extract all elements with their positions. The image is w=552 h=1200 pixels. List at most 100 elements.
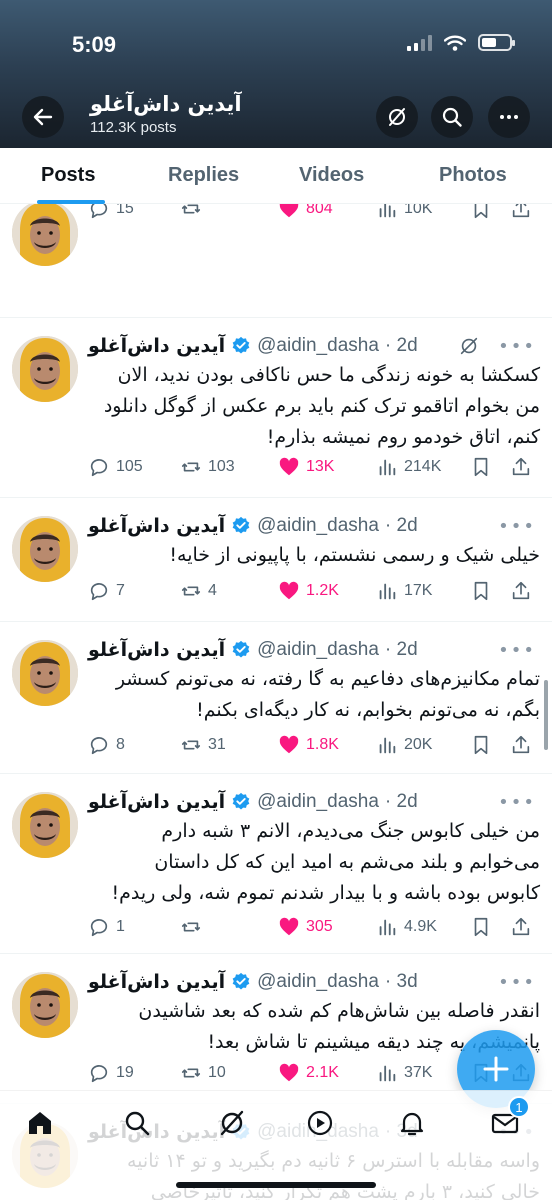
avatar[interactable] — [12, 792, 78, 858]
bookmark-icon — [474, 457, 488, 477]
grok-icon[interactable] — [458, 335, 480, 357]
avatar-image — [12, 204, 78, 266]
bookmark-button[interactable] — [470, 580, 510, 602]
search-icon — [125, 1111, 150, 1136]
post-more-icon[interactable]: ••• — [498, 792, 536, 813]
reply-button[interactable]: 15 — [88, 204, 180, 220]
bookmark-button[interactable] — [470, 204, 510, 220]
avatar[interactable] — [12, 204, 78, 266]
avatar-image — [12, 640, 78, 706]
post-item[interactable]: ساعت ۱۲:۳۰ شب چرا باید غلتک از تو کوچه ر… — [0, 204, 552, 318]
views-button[interactable]: 37K — [376, 1062, 470, 1084]
repost-button[interactable]: 10 — [180, 1062, 278, 1084]
verified-badge-icon — [232, 336, 250, 354]
share-icon — [512, 735, 530, 754]
like-button[interactable]: 305 — [278, 916, 376, 938]
post-text-line: کنم، اتاق خودمو روم نمیشه بذارم! — [266, 426, 540, 448]
avatar[interactable] — [12, 640, 78, 706]
like-button[interactable]: 2.1K — [278, 1062, 376, 1084]
like-button[interactable]: 1.8K — [278, 734, 376, 756]
reply-button[interactable]: 1 — [88, 916, 180, 938]
view-count: 20K — [404, 736, 433, 753]
nav-search[interactable] — [119, 1105, 155, 1141]
post-handle[interactable]: @aidin_dasha — [257, 971, 379, 993]
like-button[interactable]: 13K — [278, 456, 376, 478]
share-button[interactable] — [510, 916, 532, 938]
views-icon — [379, 737, 396, 754]
post-more-icon[interactable]: ••• — [498, 516, 536, 537]
reply-icon — [90, 204, 108, 219]
nav-notifications[interactable] — [394, 1105, 430, 1141]
grok-button[interactable] — [376, 96, 418, 138]
tab-photos[interactable]: Photos — [439, 164, 507, 187]
more-options-button[interactable] — [488, 96, 530, 138]
repost-button[interactable] — [180, 204, 278, 220]
verified-badge-icon — [232, 516, 250, 534]
post-author[interactable]: آیدین داش‌آغلو — [88, 639, 225, 661]
post-handle[interactable]: @aidin_dasha — [257, 335, 379, 357]
bookmark-icon — [474, 581, 488, 601]
post-handle[interactable]: @aidin_dasha — [257, 515, 379, 537]
share-button[interactable] — [510, 456, 532, 478]
tab-posts[interactable]: Posts — [41, 164, 95, 187]
repost-icon — [181, 204, 201, 214]
post-more-icon[interactable]: ••• — [498, 336, 536, 357]
like-button[interactable]: 1.2K — [278, 580, 376, 602]
post-item[interactable]: آیدین داش‌آغلو @aidin_dasha · 2d ••• کسکشا ب… — [0, 318, 552, 498]
reply-button[interactable]: 19 — [88, 1062, 180, 1084]
bookmark-button[interactable] — [470, 456, 510, 478]
post-handle[interactable]: @aidin_dasha — [257, 639, 379, 661]
share-button[interactable] — [510, 204, 532, 220]
post-author[interactable]: آیدین داش‌آغلو — [88, 971, 225, 993]
heart-icon — [279, 581, 299, 600]
views-button[interactable]: 20K — [376, 734, 470, 756]
reply-count: 19 — [116, 1064, 134, 1081]
post-actions: 15 804 10K — [88, 204, 540, 222]
heart-icon — [279, 457, 299, 476]
views-button[interactable]: 214K — [376, 456, 470, 478]
post-text-line: انقدر فاصله بین شاش‌هام کم شده که بعد شا… — [138, 1000, 540, 1022]
post-item[interactable]: آیدین داش‌آغلو @aidin_dasha · 2d ••• خیلی شی… — [0, 498, 552, 622]
avatar[interactable] — [12, 972, 78, 1038]
repost-button[interactable]: 103 — [180, 456, 278, 478]
views-button[interactable]: 17K — [376, 580, 470, 602]
heart-icon — [279, 917, 299, 936]
post-more-icon[interactable]: ••• — [498, 640, 536, 661]
avatar[interactable] — [12, 516, 78, 582]
repost-button[interactable]: 4 — [180, 580, 278, 602]
post-more-icon[interactable]: ••• — [498, 972, 536, 993]
share-button[interactable] — [510, 734, 532, 756]
tab-replies[interactable]: Replies — [168, 164, 239, 187]
post-text-line: بگم، نه می‌تونم بخوابم، نه کار دیگه‌ای ب… — [196, 699, 540, 721]
nav-grok[interactable] — [214, 1105, 250, 1141]
post-author[interactable]: آیدین داش‌آغلو — [88, 515, 225, 537]
nav-videos[interactable] — [302, 1105, 338, 1141]
battery-icon — [478, 34, 515, 51]
nav-home[interactable] — [22, 1105, 58, 1141]
reply-icon — [90, 1065, 108, 1083]
reply-button[interactable]: 8 — [88, 734, 180, 756]
profile-name: آیدین داش‌آغلو — [90, 92, 242, 116]
post-time: · 2d — [384, 335, 418, 356]
reply-count: 7 — [116, 582, 125, 599]
scrollbar[interactable] — [544, 680, 548, 750]
post-handle[interactable]: @aidin_dasha — [257, 791, 379, 813]
avatar[interactable] — [12, 336, 78, 402]
bookmark-button[interactable] — [470, 734, 510, 756]
post-item[interactable]: آیدین داش‌آغلو @aidin_dasha · 2d ••• من خیلی… — [0, 774, 552, 954]
search-button[interactable] — [431, 96, 473, 138]
like-button[interactable]: 804 — [278, 204, 376, 220]
post-item[interactable]: آیدین داش‌آغلو @aidin_dasha · 2d ••• تمام مک… — [0, 622, 552, 774]
repost-button[interactable]: 31 — [180, 734, 278, 756]
bookmark-button[interactable] — [470, 916, 510, 938]
share-button[interactable] — [510, 580, 532, 602]
post-author[interactable]: آیدین داش‌آغلو — [88, 791, 225, 813]
reply-button[interactable]: 105 — [88, 456, 180, 478]
views-button[interactable]: 10K — [376, 204, 470, 220]
repost-button[interactable] — [180, 916, 278, 938]
reply-button[interactable]: 7 — [88, 580, 180, 602]
back-button[interactable] — [22, 96, 64, 138]
post-author[interactable]: آیدین داش‌آغلو — [88, 335, 225, 357]
tab-videos[interactable]: Videos — [299, 164, 364, 187]
views-button[interactable]: 4.9K — [376, 916, 470, 938]
